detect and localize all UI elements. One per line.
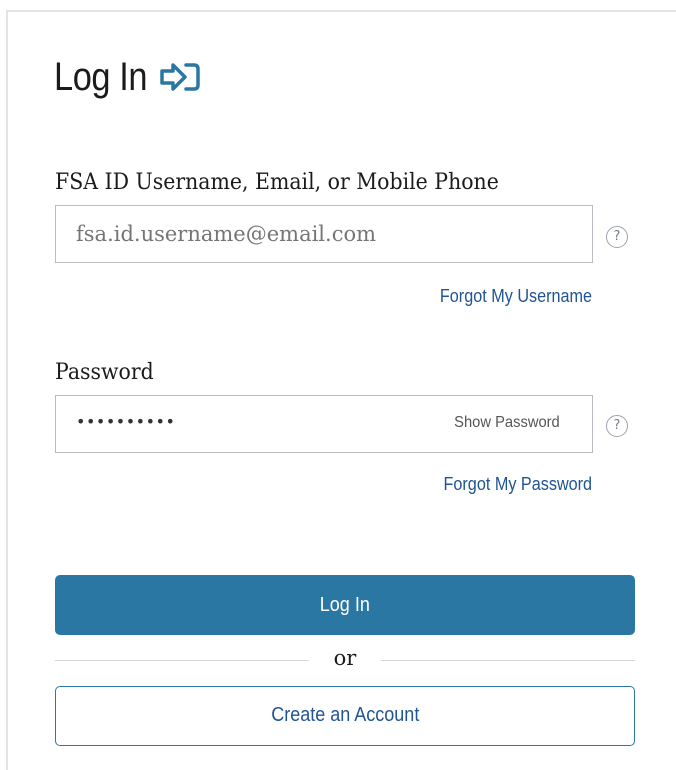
forgot-username-link[interactable]: Forgot My Username	[440, 286, 592, 307]
forgot-password-link[interactable]: Forgot My Password	[443, 474, 592, 495]
password-label: Password	[55, 360, 154, 385]
or-divider: or	[55, 646, 635, 670]
header: Log In	[54, 52, 202, 102]
show-password-toggle[interactable]: Show Password	[454, 414, 560, 432]
username-label: FSA ID Username, Email, or Mobile Phone	[55, 170, 499, 195]
create-account-label: Create an Account	[270, 704, 420, 726]
create-account-button[interactable]: Create an Account	[55, 686, 635, 746]
divider-text: or	[333, 646, 357, 670]
login-card: Log In FSA ID Username, Email, or Mobile…	[6, 10, 676, 770]
password-help-icon[interactable]: ?	[606, 415, 628, 437]
login-button[interactable]: Log In	[55, 575, 635, 635]
username-help-icon[interactable]: ?	[606, 226, 628, 248]
username-input[interactable]	[56, 206, 592, 262]
login-arrow-icon	[156, 57, 202, 97]
password-masked-value[interactable]: ••••••••••	[76, 412, 175, 431]
username-field-box	[55, 205, 593, 263]
password-field[interactable]: •••••••••• Show Password	[55, 395, 593, 453]
login-button-label: Log In	[319, 594, 371, 616]
page-title: Log In	[54, 54, 148, 99]
